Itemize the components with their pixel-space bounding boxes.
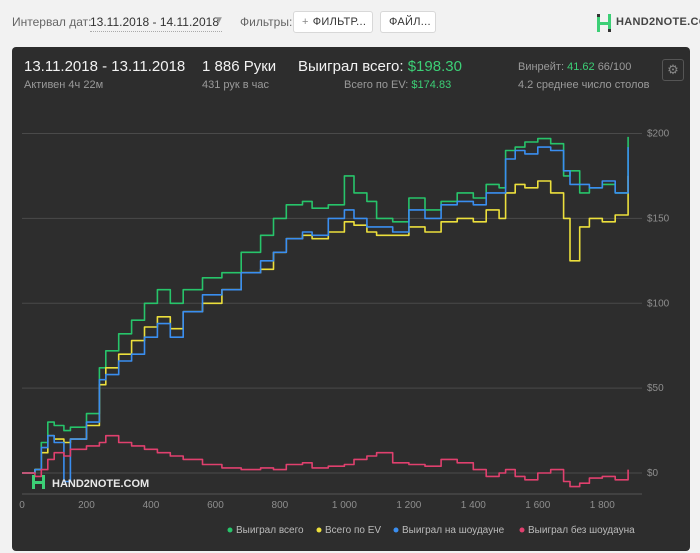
brand-logo: HAND2NOTE.COM: [596, 12, 700, 34]
x-tick-label: 800: [272, 500, 289, 511]
graph-panel: 13.11.2018 - 13.11.2018 Активен 4ч 22м 1…: [12, 47, 690, 551]
y-tick-label: $50: [647, 383, 664, 394]
plus-icon: +: [302, 16, 309, 28]
x-tick-label: 1 600: [525, 500, 550, 511]
x-tick-label: 600: [207, 500, 224, 511]
legend-marker-showdown: [393, 527, 399, 533]
y-tick-label: $150: [647, 213, 670, 224]
legend-item-won: Выиграл всего: [236, 525, 304, 536]
date-range-select[interactable]: 13.11.2018 - 14.11.2018: [90, 15, 219, 29]
line-chart: $0 $50 $100 $150 $200 0 200 400 600 800 1 000 1 200…: [19, 128, 670, 536]
legend-marker-ev: [316, 527, 322, 533]
legend-item-showdown: Выиграл на шоудауне: [402, 525, 505, 536]
x-tick-label: 1 400: [461, 500, 486, 511]
brand-name: HAND2NOTE.COM: [616, 16, 700, 28]
filters-label: Фильтры:: [240, 15, 293, 29]
filter-button[interactable]: + ФИЛЬТР...: [293, 11, 373, 33]
filter-button-label: ФИЛЬТР...: [312, 16, 367, 28]
watermark-logo-bar: [32, 481, 45, 484]
series-line-showdown: [22, 146, 629, 483]
x-tick-label: 1 200: [396, 500, 421, 511]
y-tick-label: $200: [647, 128, 670, 139]
watermark-text: HAND2NOTE.COM: [52, 478, 149, 490]
date-interval-label: Интервал дат:: [12, 15, 92, 29]
file-button-label: ФАЙЛ...: [389, 16, 431, 28]
legend-marker-no_showdown: [519, 527, 525, 533]
x-tick-label: 1 000: [332, 500, 357, 511]
x-tick-label: 1 800: [590, 500, 615, 511]
legend-item-no_showdown: Выиграл без шоудауна: [528, 524, 635, 536]
series-line-ev: [22, 175, 629, 474]
x-tick-label: 0: [19, 500, 25, 511]
chevron-down-icon[interactable]: ▼: [214, 15, 224, 26]
file-button[interactable]: ФАЙЛ...: [380, 11, 436, 33]
top-toolbar: Интервал дат: 13.11.2018 - 14.11.2018 ▼ …: [0, 0, 700, 42]
date-range-underline: [90, 31, 222, 32]
y-tick-label: $0: [647, 468, 659, 479]
legend-marker-won: [227, 527, 233, 533]
x-tick-label: 400: [143, 500, 160, 511]
legend-item-ev: Всего по EV: [325, 525, 381, 536]
y-tick-label: $100: [647, 298, 670, 309]
h2n-logo-icon: [597, 14, 611, 32]
x-tick-label: 200: [78, 500, 95, 511]
